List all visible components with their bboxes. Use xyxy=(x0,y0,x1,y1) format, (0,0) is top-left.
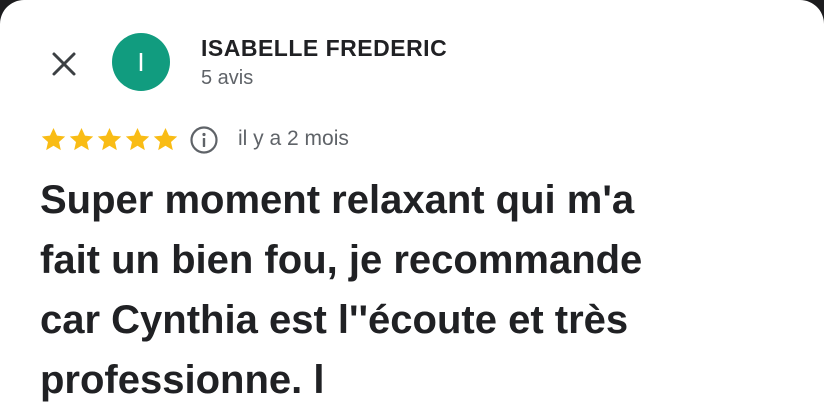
review-text-line: car Cynthia est l''écoute et très xyxy=(40,298,629,342)
avatar[interactable]: I xyxy=(112,33,170,91)
author-name[interactable]: ISABELLE FREDERIC xyxy=(201,35,447,62)
review-text-line: professionne. l xyxy=(40,358,325,402)
star-icon xyxy=(41,127,66,150)
review-text-line: fait un bien fou, je recommande xyxy=(40,238,643,282)
info-icon xyxy=(190,126,218,154)
star-icon xyxy=(97,127,122,150)
star-icon xyxy=(153,127,178,150)
review-text-line: Super moment relaxant qui m'a xyxy=(40,178,635,222)
star-icon xyxy=(125,127,150,150)
review-card: I ISABELLE FREDERIC 5 avis il y a 2 mois… xyxy=(0,0,824,420)
star-icon xyxy=(69,127,94,150)
author-review-count[interactable]: 5 avis xyxy=(201,67,253,90)
review-text: Super moment relaxant qui m'a fait un bi… xyxy=(40,170,800,410)
close-button[interactable] xyxy=(42,42,86,86)
info-button[interactable] xyxy=(189,125,219,155)
star-rating xyxy=(40,124,179,154)
avatar-initial: I xyxy=(137,46,145,77)
review-date: il y a 2 mois xyxy=(238,127,349,150)
close-icon xyxy=(52,52,76,76)
